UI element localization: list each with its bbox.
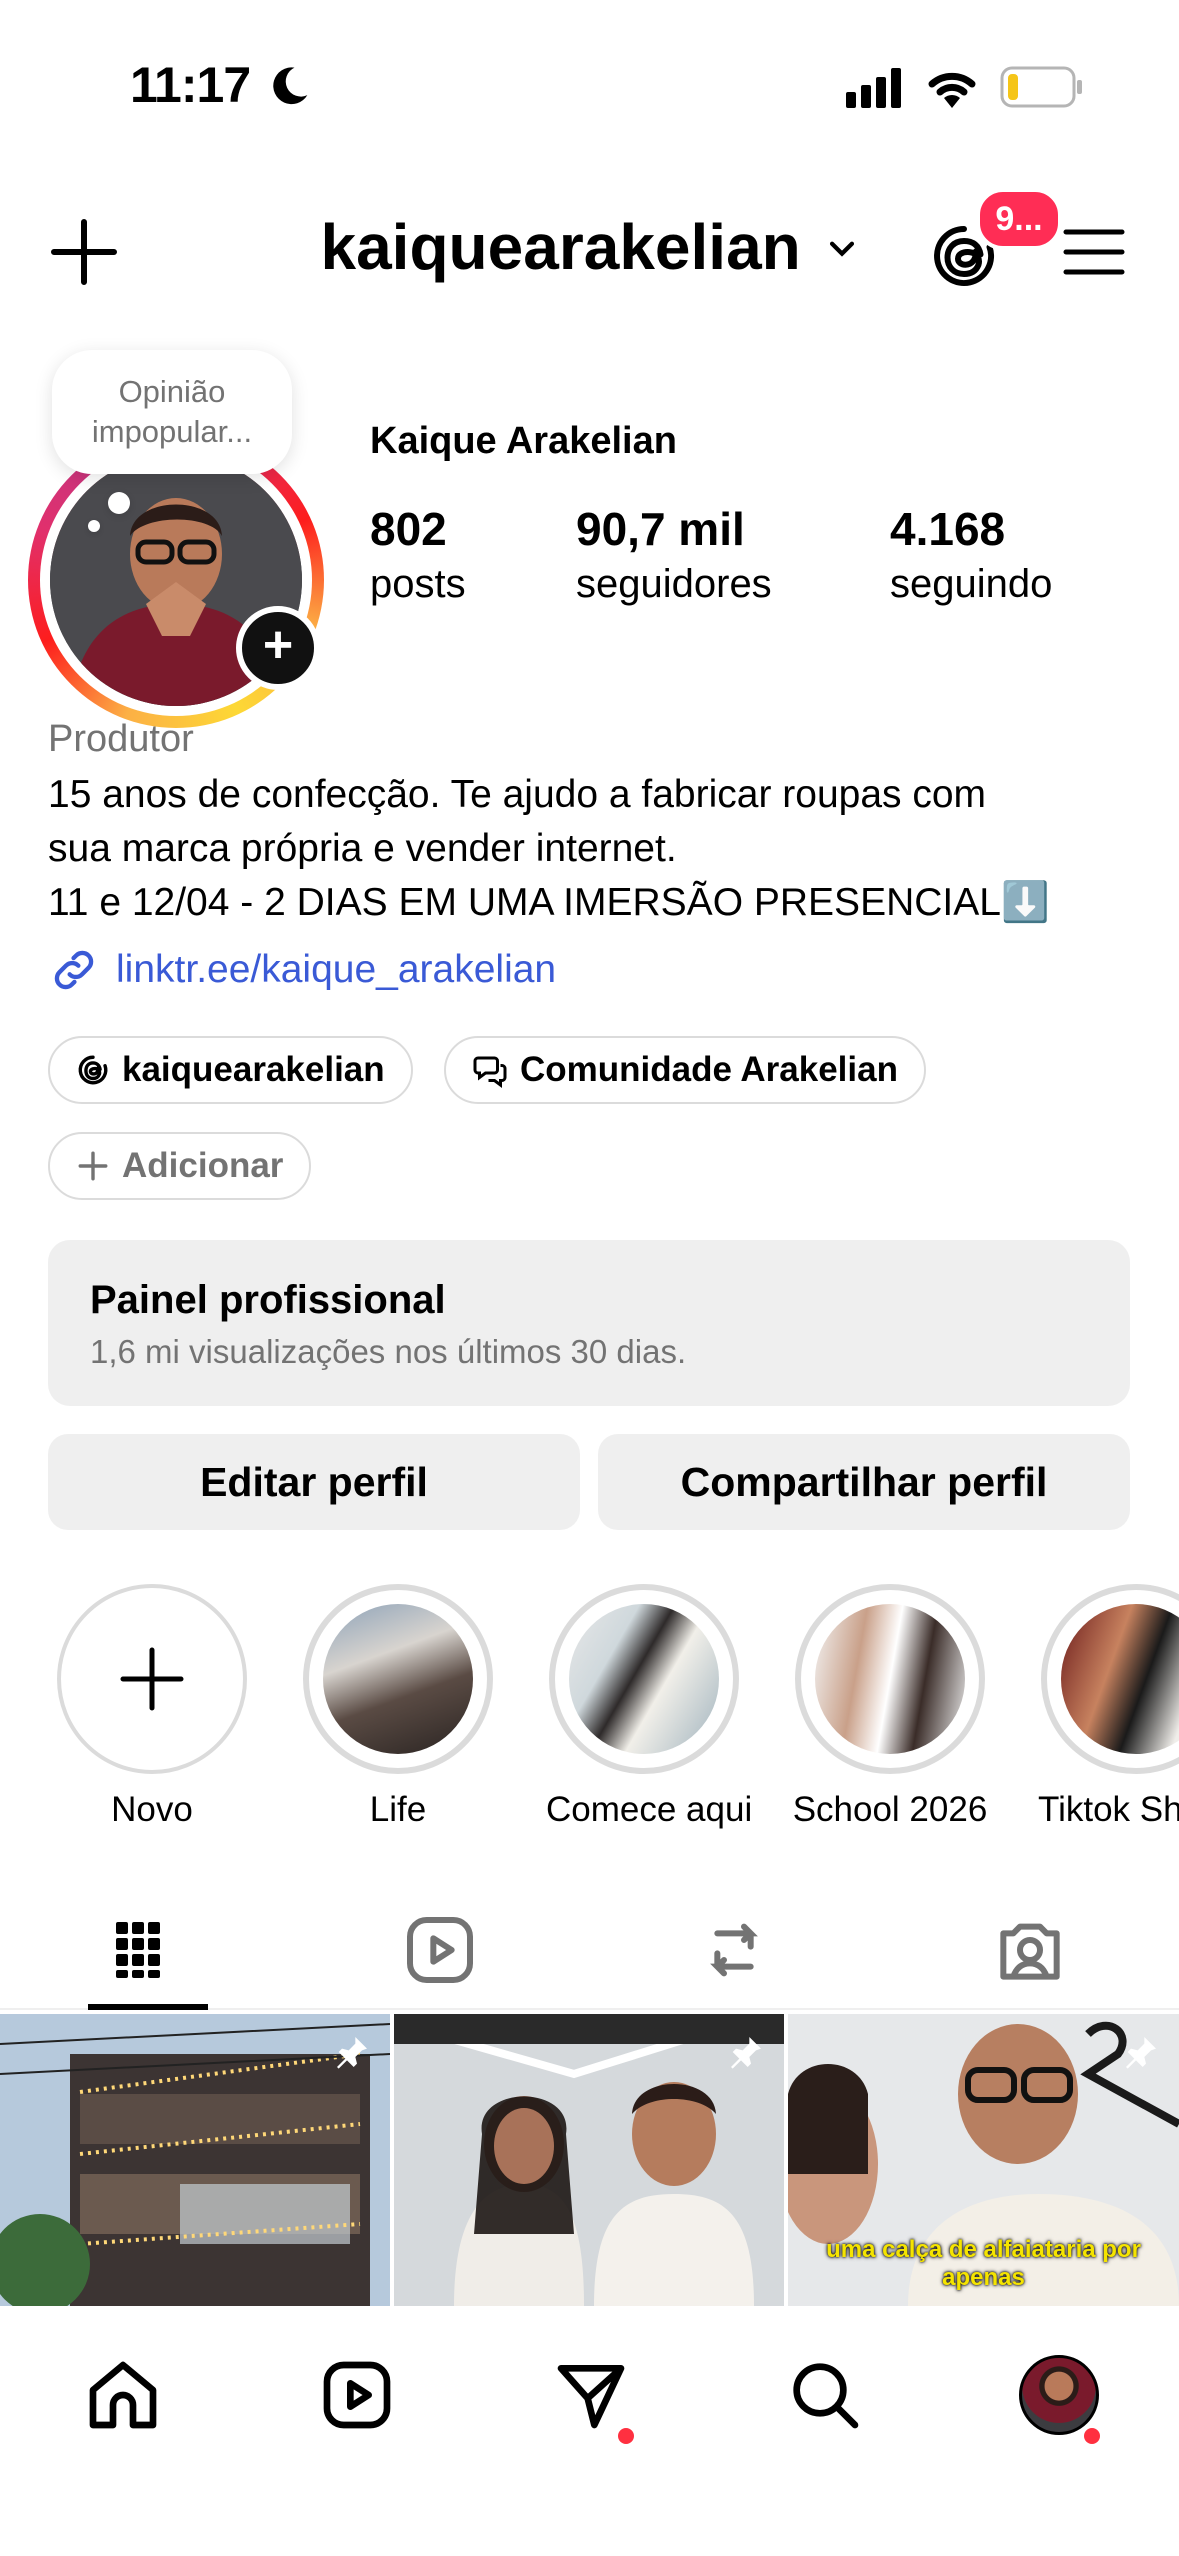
note-text: Opinião impopular... [91,374,253,449]
nav-profile[interactable] [1014,2350,1104,2440]
pin-icon [1126,2037,1156,2069]
highlight-label: Tiktok Sh [1038,1790,1179,1829]
highlight-label: Novo [111,1790,193,1829]
grid-icon [116,1922,160,1978]
search-icon [793,2363,859,2429]
bio-link[interactable]: linktr.ee/kaique_arakelian [48,944,556,996]
chat-bubbles-icon [473,1056,507,1088]
wifi-icon [928,72,976,108]
nav-home[interactable] [78,2350,168,2440]
post-tile[interactable]: uma calça de alfaiataria por apenas [788,2014,1179,2306]
note-tail-small [88,520,100,532]
bio-line: 15 anos de confecção. Te ajudo a fabrica… [48,773,987,816]
note-tail-large [108,492,130,514]
plus-icon [78,1151,108,1181]
reels-icon [407,1917,473,1983]
stat-followers-label: seguidores [576,562,772,606]
pin-icon [337,2037,367,2069]
edit-profile-button[interactable]: Editar perfil [48,1434,580,1530]
stat-posts-label: posts [370,562,466,606]
bio-link-text: linktr.ee/kaique_arakelian [116,948,557,991]
bio-line: 11 e 12/04 - 2 DIAS EM UMA IMERSÃO PRESE… [48,881,1050,924]
stat-followers-value: 90,7 mil [576,503,745,555]
threads-icon [78,1055,108,1085]
highlight-cover [549,1584,739,1774]
reels-icon [323,2361,391,2429]
stat-posts[interactable]: 802 posts [370,502,466,607]
plus-icon [120,1647,184,1711]
highlight-label: Comece aqui [546,1790,753,1829]
stat-following[interactable]: 4.168 seguindo [890,502,1052,607]
threads-pill-label: kaiquearakelian [122,1050,385,1089]
home-icon [89,2361,157,2429]
username-text: kaiquearakelian [320,211,801,283]
nav-direct[interactable] [546,2350,636,2440]
tab-active-indicator [88,2004,208,2010]
notification-badge: 9... [976,188,1062,250]
community-pill-label: Comunidade Arakelian [520,1050,898,1089]
bio-line: sua marca própria e vender internet. [48,827,677,870]
paper-plane-icon [557,2365,625,2429]
battery-icon [1000,66,1082,108]
link-icon [54,950,94,990]
stat-followers[interactable]: 90,7 mil seguidores [576,502,772,607]
add-pill-label: Adicionar [122,1146,284,1185]
highlight-new-circle [57,1584,247,1774]
post-tile[interactable] [394,2014,784,2306]
highlight-cover [1041,1584,1179,1774]
share-profile-button[interactable]: Compartilhar perfil [598,1434,1130,1530]
highlight-label: School 2026 [792,1790,988,1829]
profile-notification-dot [1084,2428,1100,2444]
post-caption-overlay: uma calça de alfaiataria por apenas [826,2236,1141,2291]
highlight-label: Life [369,1790,427,1829]
dashboard-subtitle: 1,6 mi visualizações nos últimos 30 dias… [90,1333,687,1370]
stat-posts-value: 802 [370,503,447,555]
status-time: 11:17 [130,56,311,114]
stat-following-label: seguindo [890,562,1053,606]
moon-icon [273,67,308,105]
nav-reels[interactable] [312,2350,402,2440]
highlight-tiktok[interactable]: Tiktok Sh [1038,1584,1179,1830]
highlight-comece-aqui[interactable]: Comece aqui [546,1584,753,1830]
highlight-life[interactable]: Life [300,1584,496,1830]
tagged-person-icon [1000,1923,1060,1980]
highlight-cover [303,1584,493,1774]
hamburger-icon [1063,229,1125,275]
pin-icon [731,2037,761,2069]
dashboard-title: Painel profissional [90,1278,446,1322]
highlight-school-2026[interactable]: School 2026 [792,1584,988,1830]
add-pill[interactable]: Adicionar [48,1132,312,1200]
profile-bio: 15 anos de confecção. Te ajudo a fabrica… [48,768,1158,930]
add-story-button[interactable]: + [236,606,320,690]
direct-notification-dot [618,2428,634,2444]
highlight-cover [795,1584,985,1774]
tab-reels[interactable] [400,1910,480,1990]
highlight-thumbnail [815,1604,965,1754]
professional-dashboard[interactable]: Painel profissional 1,6 mi visualizações… [48,1240,1130,1406]
chevron-down-icon [829,241,854,257]
highlight-thumbnail [1061,1604,1179,1754]
profile-category: Produtor [48,718,194,760]
note-bubble[interactable]: Opinião impopular... [52,350,292,474]
highlight-thumbnail [569,1604,719,1754]
community-pill[interactable]: Comunidade Arakelian [444,1036,926,1104]
full-name: Kaique Arakelian [370,420,677,462]
tab-grid[interactable] [98,1910,178,1990]
signal-icon [846,68,901,108]
post-tile[interactable] [0,2014,390,2306]
status-time-text: 11:17 [130,57,251,113]
highlight-thumbnail [323,1604,473,1754]
tab-reposts[interactable] [694,1910,774,1990]
threads-pill[interactable]: kaiquearakelian [48,1036,413,1104]
highlight-new[interactable]: Novo [54,1584,250,1830]
stat-following-value: 4.168 [890,503,1006,555]
profile-avatar-small [1019,2355,1099,2435]
menu-button[interactable] [1062,220,1126,284]
tab-tagged[interactable] [990,1910,1070,1990]
repost-icon [710,1923,758,1977]
nav-search[interactable] [780,2350,870,2440]
